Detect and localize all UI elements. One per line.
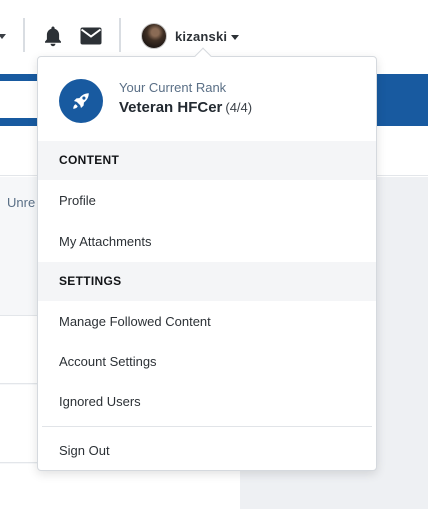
section-heading-content: CONTENT xyxy=(38,141,376,180)
rank-title: Veteran HFCer (4/4) xyxy=(119,99,252,116)
rank-summary: Your Current Rank Veteran HFCer (4/4) xyxy=(38,57,376,141)
divider xyxy=(119,18,121,52)
section-heading-settings: SETTINGS xyxy=(38,262,376,301)
chevron-down-icon[interactable] xyxy=(231,35,239,40)
rank-caption: Your Current Rank xyxy=(119,80,227,95)
rank-level: (4/4) xyxy=(225,100,253,115)
envelope-icon[interactable] xyxy=(80,27,102,45)
menu-item-my-attachments[interactable]: My Attachments xyxy=(38,223,376,261)
rocket-icon xyxy=(59,79,103,123)
username-label[interactable]: kizanski xyxy=(175,29,227,44)
menu-item-account-settings[interactable]: Account Settings xyxy=(38,343,376,381)
sign-out-button[interactable]: Sign Out xyxy=(38,432,376,470)
menu-item-profile[interactable]: Profile xyxy=(38,182,376,220)
divider xyxy=(23,18,25,52)
menu-item-ignored-users[interactable]: Ignored Users xyxy=(38,383,376,421)
chevron-down-icon[interactable] xyxy=(0,34,6,39)
account-dropdown-menu: Your Current Rank Veteran HFCer (4/4) CON… xyxy=(37,47,377,471)
avatar[interactable] xyxy=(141,23,167,49)
bell-icon[interactable] xyxy=(43,25,63,47)
menu-item-manage-followed-content[interactable]: Manage Followed Content xyxy=(38,303,376,341)
unread-tab-label[interactable]: Unre xyxy=(7,195,35,210)
divider xyxy=(42,426,372,427)
rank-name: Veteran HFCer xyxy=(119,99,223,116)
